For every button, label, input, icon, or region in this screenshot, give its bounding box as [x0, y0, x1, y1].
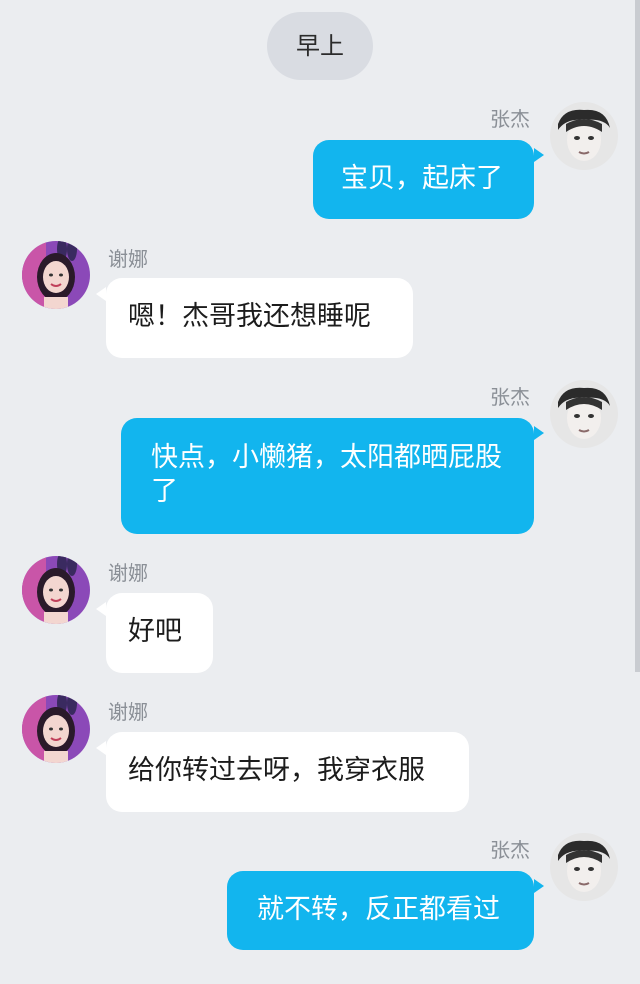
sender-name: 谢娜 — [108, 247, 148, 271]
sender-name: 谢娜 — [108, 700, 148, 724]
bubble-tail — [96, 741, 106, 755]
avatar-xiena[interactable] — [22, 556, 90, 624]
avatar-zhangjie-photo-icon — [550, 380, 618, 448]
time-divider-badge: 早上 — [267, 12, 373, 80]
avatar-zhangjie-photo-icon — [550, 833, 618, 901]
message-bubble-outgoing[interactable]: 快点，小懒猪，太阳都晒屁股了 — [121, 418, 534, 534]
sender-name: 谢娜 — [108, 561, 148, 585]
sender-name: 张杰 — [490, 838, 530, 862]
avatar-zhangjie-photo-icon — [550, 102, 618, 170]
sender-name: 张杰 — [490, 385, 530, 409]
avatar-xiena-photo-icon — [22, 556, 90, 624]
bubble-tail — [534, 879, 544, 893]
avatar-xiena[interactable] — [22, 695, 90, 763]
sender-name: 张杰 — [490, 107, 530, 131]
message-bubble-incoming[interactable]: 嗯！杰哥我还想睡呢 — [106, 278, 413, 358]
bubble-tail — [534, 426, 544, 440]
bubble-tail — [534, 148, 544, 162]
message-bubble-incoming[interactable]: 给你转过去呀，我穿衣服 — [106, 732, 469, 812]
message-bubble-outgoing[interactable]: 宝贝，起床了 — [313, 140, 534, 219]
scrollbar[interactable] — [635, 0, 640, 672]
bubble-tail — [96, 602, 106, 616]
message-bubble-outgoing[interactable]: 就不转，反正都看过 — [227, 871, 534, 950]
avatar-zhangjie[interactable] — [550, 380, 618, 448]
avatar-xiena[interactable] — [22, 241, 90, 309]
message-bubble-incoming[interactable]: 好吧 — [106, 593, 213, 673]
avatar-xiena-photo-icon — [22, 241, 90, 309]
avatar-zhangjie[interactable] — [550, 102, 618, 170]
avatar-zhangjie[interactable] — [550, 833, 618, 901]
avatar-xiena-photo-icon — [22, 695, 90, 763]
bubble-tail — [96, 287, 106, 301]
